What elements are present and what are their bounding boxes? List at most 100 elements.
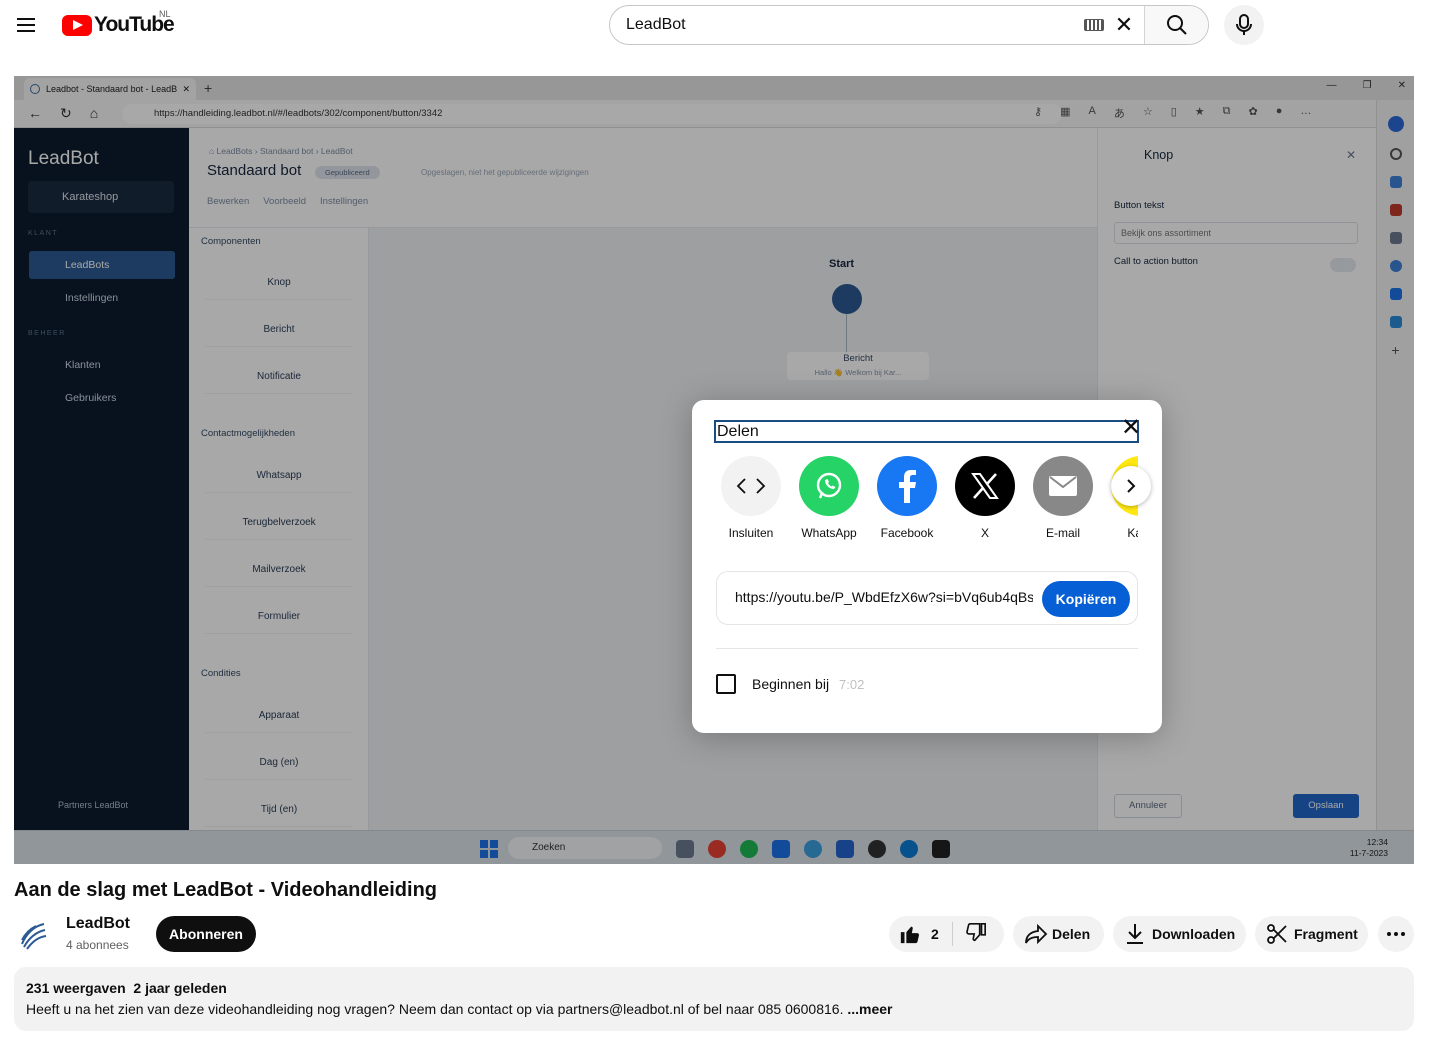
subscribe-button[interactable]: Abonneren — [156, 916, 256, 952]
browser-nav: ← ↻ ⌂ — [28, 105, 98, 122]
split-icon: ▯ — [1170, 106, 1177, 118]
people-icon — [1389, 232, 1402, 244]
youtube-logo[interactable]: YouTube NL — [62, 9, 175, 36]
share-whatsapp[interactable]: WhatsApp — [790, 456, 868, 540]
edge-sidebar: + — [1376, 100, 1414, 830]
thumbs-down-icon — [966, 922, 986, 941]
component-item: Tijd (en) — [205, 793, 353, 827]
menu-icon[interactable] — [14, 14, 38, 38]
sidebar-item-klanten: Klanten — [65, 359, 101, 371]
message-node-title: Bericht — [843, 353, 873, 364]
youtube-header: YouTube NL LeadBot ✕ — [0, 0, 1430, 56]
share-kakaotalk-label: Kaka — [1127, 526, 1138, 540]
share-button[interactable]: Delen — [1013, 916, 1104, 952]
add-icon: + — [1391, 342, 1400, 358]
maximize-icon: ❐ — [1362, 80, 1372, 91]
like-dislike-group: 2 — [889, 916, 1004, 952]
shopping-icon — [1389, 176, 1402, 188]
more-icon: … — [1300, 105, 1312, 117]
start-node — [832, 284, 862, 314]
voice-search-button[interactable] — [1224, 5, 1264, 45]
share-url-input[interactable]: https://youtu.be/P_WbdEfzX6w?si=bVq6ub4q… — [735, 589, 1033, 605]
collections-icon: ⧉ — [1222, 105, 1231, 117]
component-item: Terugbelverzoek — [205, 506, 353, 540]
taskbar-search: Zoeken — [508, 837, 662, 859]
start-at-checkbox[interactable] — [716, 674, 736, 694]
next-targets-button[interactable] — [1111, 466, 1151, 506]
windows-taskbar: Zoeken 12:34 11-7-2023 — [14, 830, 1414, 864]
sidebar-item-gebruikers: Gebruikers — [65, 392, 117, 404]
home-icon: ⌂ — [89, 105, 99, 121]
clip-button-label: Fragment — [1294, 926, 1358, 942]
clock-date: 11-7-2023 — [1349, 848, 1388, 858]
thumbs-up-icon — [900, 926, 920, 944]
spotify-icon — [740, 840, 758, 858]
description-text: Heeft u na het zien van deze videohandle… — [26, 1001, 893, 1017]
profile-icon: ● — [1275, 105, 1283, 117]
tab-voorbeeld: Voorbeeld — [263, 196, 307, 207]
share-x-label: X — [980, 526, 989, 540]
share-embed-label: Insluiten — [728, 526, 774, 540]
show-more-link[interactable]: ...meer — [847, 1001, 892, 1017]
description-box[interactable]: 231 weergaven 2 jaar geleden Heeft u na … — [14, 967, 1414, 1031]
whatsapp-app-icon — [804, 840, 822, 858]
share-dialog: Delen ✕ Insluiten WhatsApp Facebook X E-… — [692, 400, 1162, 733]
chevron-right-icon — [1127, 479, 1136, 493]
divider — [716, 648, 1138, 649]
close-tab-icon: ✕ — [182, 83, 190, 94]
components-panel: Componenten Knop Bericht Notificatie Con… — [189, 228, 369, 830]
component-item: Formulier — [205, 600, 353, 634]
subscriber-count: 4 abonnees — [66, 938, 129, 952]
component-item: Notificatie — [205, 360, 353, 394]
taskbar-clock: 12:34 11-7-2023 — [1350, 837, 1388, 859]
search-button[interactable] — [1144, 6, 1208, 44]
share-targets: Insluiten WhatsApp Facebook X E-mail K — [720, 456, 1138, 546]
more-actions-button[interactable] — [1378, 916, 1414, 952]
search-box: LeadBot ✕ — [609, 5, 1209, 45]
new-tab-icon: + — [204, 80, 213, 96]
search-input[interactable]: LeadBot — [610, 6, 1084, 44]
share-x[interactable]: X — [946, 456, 1024, 540]
share-facebook[interactable]: Facebook — [868, 456, 946, 540]
view-count: 231 weergaven — [26, 980, 126, 996]
dislike-button[interactable] — [953, 922, 987, 947]
save-button: Opslaan — [1293, 794, 1359, 818]
clear-search-icon[interactable]: ✕ — [1104, 6, 1144, 44]
video-title: Aan de slag met LeadBot - Videohandleidi… — [14, 879, 438, 901]
windows-start-icon — [480, 840, 498, 858]
leadbot-logo: LeadBot — [28, 148, 99, 169]
tab-instellingen: Instellingen — [320, 196, 369, 207]
window-controls: — ❐ ✕ — [1327, 80, 1406, 91]
leadbot-logo-icon — [21, 923, 47, 950]
download-button-label: Downloaden — [1152, 926, 1236, 942]
copy-button[interactable]: Kopiëren — [1042, 581, 1130, 617]
start-label: Start — [829, 258, 855, 270]
share-icon — [1025, 923, 1048, 945]
start-at-time[interactable]: 7:02 — [839, 677, 864, 692]
keyboard-icon[interactable] — [1084, 19, 1104, 31]
back-icon: ← — [28, 105, 42, 121]
channel-name[interactable]: LeadBot — [66, 915, 130, 933]
channel-avatar[interactable] — [14, 914, 54, 954]
bing-icon — [1387, 116, 1404, 132]
cta-toggle — [1330, 258, 1356, 272]
scissors-icon — [1267, 924, 1287, 944]
country-code: NL — [159, 9, 171, 19]
edge-icon — [900, 840, 918, 858]
email-icon — [1033, 456, 1093, 516]
like-button[interactable]: 2 — [889, 922, 953, 946]
description-body: Heeft u na het zien van deze videohandle… — [26, 1001, 848, 1017]
message-node-preview: Hallo 👋 Welkom bij Kar... — [814, 368, 902, 377]
extensions-icon: ✿ — [1248, 106, 1258, 118]
download-button[interactable]: Downloaden — [1113, 916, 1246, 952]
clip-button[interactable]: Fragment — [1255, 916, 1368, 952]
button-text-input: Bekijk ons assortiment — [1114, 222, 1358, 244]
outlook-icon — [1389, 288, 1402, 300]
share-email[interactable]: E-mail — [1024, 456, 1102, 540]
page-title: Standaard bot — [207, 162, 302, 179]
share-embed[interactable]: Insluiten — [720, 456, 790, 540]
send-icon — [1389, 316, 1402, 328]
mail-icon — [772, 840, 790, 858]
close-icon[interactable]: ✕ — [1120, 416, 1142, 440]
group-condities: Condities — [201, 668, 241, 679]
